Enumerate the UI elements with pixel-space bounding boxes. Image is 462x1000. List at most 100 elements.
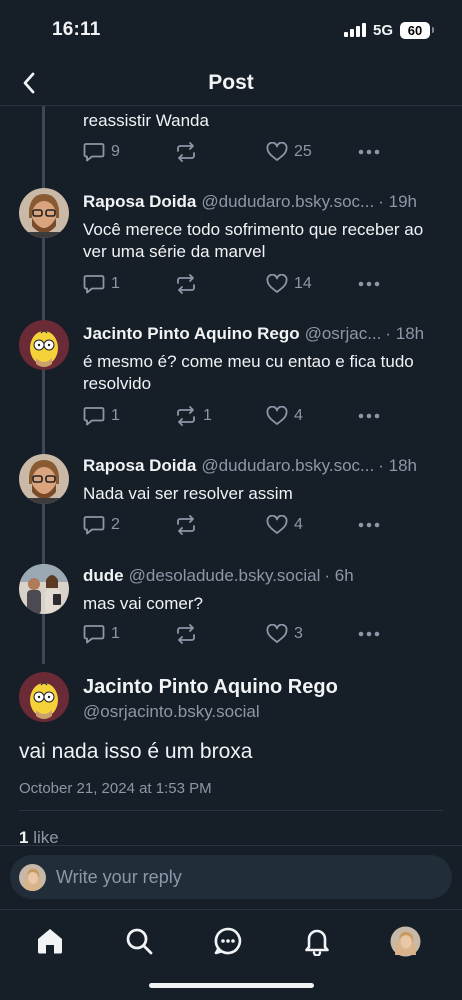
post-actions: 1 1 4 [83, 405, 383, 427]
like-button[interactable]: 4 [266, 405, 303, 427]
post-date: October 21, 2024 at 1:53 PM [19, 780, 212, 797]
reply-count: 9 [111, 143, 120, 160]
post-header-line: dude @desoladude.bsky.social · 6h [83, 566, 442, 586]
reply-count: 2 [111, 516, 120, 533]
post-text: mas vai comer? [83, 594, 203, 613]
more-button[interactable] [358, 273, 380, 295]
reply-count: 1 [111, 407, 120, 424]
reply-input[interactable]: Write your reply [10, 855, 452, 899]
avatar[interactable] [19, 320, 69, 370]
post-actions: 2 4 [83, 514, 383, 536]
like-count: 25 [294, 143, 312, 160]
partial-reply[interactable]: reassistir Wanda 9 25 [0, 106, 462, 178]
signal-icon [343, 23, 366, 37]
like-button[interactable]: 14 [266, 273, 312, 295]
more-icon [358, 281, 380, 287]
chat-icon [214, 927, 242, 955]
network-label: 5G [372, 21, 393, 39]
avatar[interactable] [19, 188, 69, 238]
like-count: 14 [294, 275, 312, 292]
author-name[interactable]: dude [83, 566, 124, 586]
post-header-line: Jacinto Pinto Aquino Rego @osrjac... · 1… [83, 324, 442, 344]
repost-button[interactable]: 1 [175, 405, 212, 427]
reply-composer: Write your reply [0, 845, 462, 909]
avatar[interactable] [19, 454, 69, 504]
post-header-line: Raposa Doida @dududaro.bsky.soc... · 19h [83, 192, 442, 212]
tab-profile[interactable] [388, 924, 422, 958]
repost-button[interactable] [175, 514, 203, 536]
post-actions: 1 3 [83, 623, 383, 645]
post-text: é mesmo é? come meu cu entao e fica tudo… [83, 352, 414, 393]
repost-icon [177, 274, 195, 294]
author-handle[interactable]: @dududaro.bsky.soc... [201, 456, 374, 476]
more-button[interactable] [358, 514, 380, 536]
author-handle[interactable]: @dududaro.bsky.soc... [201, 192, 374, 212]
author-handle[interactable]: @osrjac... [305, 324, 382, 344]
comment-icon [83, 143, 105, 162]
post-text: vai nada isso é um broxa [19, 740, 253, 763]
reply-post[interactable]: dude @desoladude.bsky.social · 6h mas va… [0, 554, 462, 662]
like-button[interactable]: 25 [266, 141, 312, 163]
chevron-left-icon [23, 72, 35, 94]
reply-button[interactable]: 1 [83, 273, 120, 295]
battery-icon: 60 [400, 21, 434, 39]
author-handle[interactable]: @desoladude.bsky.social [129, 566, 321, 586]
profile-avatar-icon [390, 926, 420, 956]
tab-notifications[interactable] [300, 924, 334, 958]
reply-button[interactable]: 1 [83, 623, 120, 645]
status-time: 16:11 [52, 19, 101, 40]
home-indicator [149, 983, 314, 988]
tab-search[interactable] [122, 924, 156, 958]
tab-chat[interactable] [211, 924, 245, 958]
page-title: Post [208, 70, 254, 94]
reply-button[interactable]: 1 [83, 405, 120, 427]
author-name[interactable]: Jacinto Pinto Aquino Rego [83, 324, 300, 344]
reply-button[interactable]: 2 [83, 514, 120, 536]
repost-button[interactable] [175, 141, 203, 163]
more-icon [358, 522, 380, 528]
avatar [19, 863, 46, 891]
post-header: Post [0, 60, 462, 106]
avatar[interactable] [19, 564, 69, 614]
author-name[interactable]: Jacinto Pinto Aquino Rego [83, 676, 338, 699]
status-bar: 16:11 5G 60 [0, 0, 462, 60]
reply-post[interactable]: Jacinto Pinto Aquino Rego @osrjac... · 1… [0, 310, 462, 444]
post-text: Você merece todo sofrimento que receber … [83, 220, 424, 261]
heart-icon [266, 624, 288, 643]
post-actions: 1 14 [83, 273, 383, 295]
repost-button[interactable] [175, 623, 203, 645]
more-button[interactable] [358, 405, 380, 427]
more-button[interactable] [358, 623, 380, 645]
reply-post[interactable]: Raposa Doida @dududaro.bsky.soc... · 18h… [0, 444, 462, 554]
homer-avatar-icon [19, 672, 69, 722]
reply-button[interactable]: 9 [83, 141, 120, 163]
post-text: Nada vai ser resolver assim [83, 484, 293, 503]
post-actions: 9 25 [83, 141, 383, 163]
author-name[interactable]: Raposa Doida [83, 192, 196, 212]
author-name[interactable]: Raposa Doida [83, 456, 196, 476]
like-button[interactable]: 4 [266, 514, 303, 536]
more-icon [358, 413, 380, 419]
comment-icon [83, 516, 105, 535]
bearded-man-avatar-icon [19, 454, 69, 504]
status-indicators: 5G 60 [343, 21, 434, 39]
user-avatar-icon [19, 863, 46, 891]
like-button[interactable]: 3 [266, 623, 303, 645]
reply-post[interactable]: Raposa Doida @dududaro.bsky.soc... · 19h… [0, 178, 462, 310]
post-time: · 19h [378, 192, 417, 211]
more-button[interactable] [358, 141, 380, 163]
back-button[interactable] [14, 68, 44, 98]
heart-icon [266, 515, 288, 534]
avatar[interactable] [19, 672, 69, 722]
bell-icon [305, 929, 329, 956]
repost-icon [177, 142, 195, 162]
more-icon [358, 631, 380, 637]
divider [19, 810, 443, 811]
repost-icon [177, 624, 195, 644]
heart-icon [266, 406, 288, 425]
repost-button[interactable] [175, 273, 203, 295]
reply-count: 1 [111, 275, 120, 292]
author-handle[interactable]: @osrjacinto.bsky.social [83, 702, 260, 722]
reply-placeholder: Write your reply [56, 866, 182, 887]
tab-home[interactable] [33, 924, 67, 958]
